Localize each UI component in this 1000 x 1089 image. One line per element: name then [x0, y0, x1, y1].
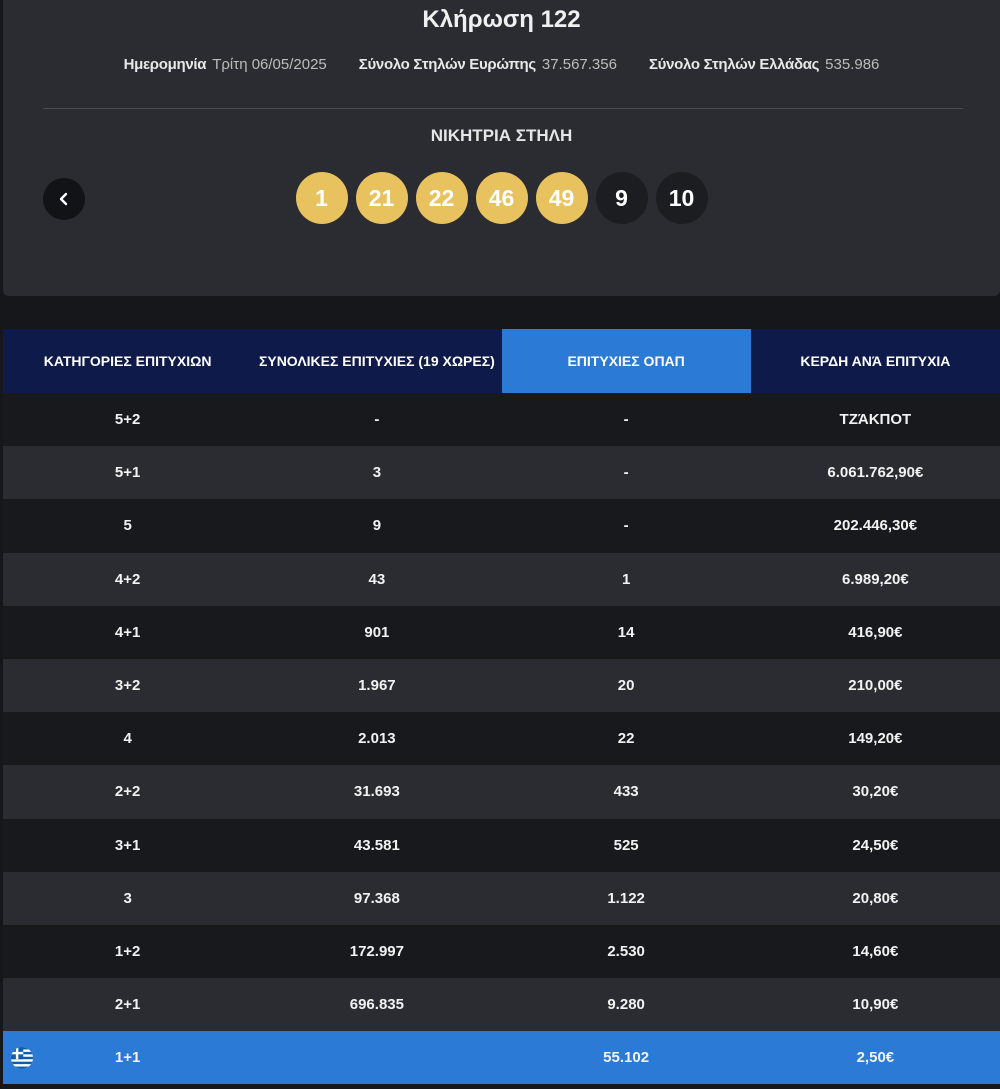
prize-cell: ΤΖΆΚΠΟΤ — [750, 393, 1000, 447]
opap-winners-cell: 14 — [501, 605, 751, 659]
total-winners-cell: 97.368 — [252, 871, 502, 925]
total-winners-cell: 172.997 — [252, 924, 502, 979]
total-winners-cell: 3 — [252, 446, 502, 500]
opap-winners-cell: 525 — [501, 818, 751, 872]
opap-winners-cell: 22 — [501, 712, 751, 766]
category-cell: 4 — [3, 712, 253, 766]
table-row: 4+2 43 1 6.989,20€ — [3, 552, 1000, 606]
date-label: Ημερομηνία — [123, 56, 207, 73]
table-row: 2+2 31.693 433 30,20€ — [3, 765, 1000, 819]
opap-winners-cell: 2.530 — [501, 924, 751, 979]
category-cell: 3+1 — [3, 818, 253, 872]
table-body: 5+2- - ΤΖΆΚΠΟΤ 5+1 3-6.061.762,90€ 5 9-202.446… — [3, 393, 1000, 1085]
table-row: 2+1 696.835 9.280 10,90€ — [3, 978, 1000, 1032]
category-cell: 3+2 — [3, 658, 253, 713]
category-cell: 2+2 — [3, 765, 253, 819]
prize-cell: 6.061.762,90€ — [750, 446, 1000, 500]
opap-winners-cell: 20 — [501, 658, 751, 713]
draw-info-panel: Κλήρωση 122 Ημερομηνία Τρίτη 06/05/2025 … — [3, 0, 1000, 296]
main-number-ball: 49 — [535, 172, 588, 224]
header-opap-winners[interactable]: ΕΠΙΤΥΧΙΕΣ ΟΠΑΠ — [501, 329, 751, 393]
total-winners-cell — [252, 1031, 502, 1085]
prize-cell: 6.989,20€ — [750, 552, 1000, 606]
category-cell: 5+2 — [3, 393, 253, 447]
prize-cell: 10,90€ — [750, 978, 1000, 1032]
total-winners-cell: 901 — [252, 605, 502, 659]
prize-cell: 210,00€ — [750, 658, 1000, 713]
header-categories: ΚΑΤΗΓΟΡΙΕΣ ΕΠΙΤΥΧΙΩΝ — [3, 329, 253, 393]
prize-cell: 2,50€ — [750, 1031, 1000, 1085]
table-row: 5+1 3-6.061.762,90€ — [3, 446, 1000, 500]
europe-total: Σύνολο Στηλών Ευρώπης 37.567.356 — [359, 56, 617, 73]
total-winners-cell: - — [252, 393, 502, 447]
total-winners-cell: 43 — [252, 552, 502, 606]
europe-total-label: Σύνολο Στηλών Ευρώπης — [358, 56, 536, 73]
main-number-ball: 22 — [415, 172, 468, 224]
table-row: 3+2 1.967 20 210,00€ — [3, 658, 1000, 713]
opap-winners-cell: 55.102 — [501, 1031, 751, 1085]
category-cell: 1+1 — [3, 1031, 253, 1085]
opap-winners-cell: 1.122 — [501, 871, 751, 925]
table-row: 5+2- - ΤΖΆΚΠΟΤ — [3, 393, 1000, 447]
date-value: Τρίτη 06/05/2025 — [212, 56, 327, 73]
category-cell: 1+2 — [3, 924, 253, 979]
greece-total-value: 535.986 — [825, 56, 880, 73]
main-number-ball: 46 — [475, 172, 528, 224]
prize-breakdown-table: ΚΑΤΗΓΟΡΙΕΣ ΕΠΙΤΥΧΙΩΝ ΣΥΝΟΛΙΚΕΣ ΕΠΙΤΥΧΙΕΣ… — [3, 329, 1000, 1085]
category-label: 1+1 — [114, 1049, 141, 1067]
euro-number-ball: 10 — [655, 172, 708, 224]
category-cell: 5+1 — [3, 446, 253, 500]
prize-cell: 149,20€ — [750, 712, 1000, 766]
prize-cell: 202.446,30€ — [750, 499, 1000, 553]
table-row: 3 97.368 1.122 20,80€ — [3, 871, 1000, 925]
opap-winners-cell: - — [501, 393, 751, 447]
header-total-winners: ΣΥΝΟΛΙΚΕΣ ΕΠΙΤΥΧΙΕΣ (19 ΧΩΡΕΣ) — [252, 329, 502, 393]
category-cell: 4+1 — [3, 605, 253, 659]
winning-column-title: ΝΙΚΗΤΡΙΑ ΣΤΗΛΗ — [430, 126, 573, 145]
header-prize-per-winner: ΚΕΡΔΗ ΑΝΆ ΕΠΙΤΥΧΙΑ — [750, 329, 1000, 393]
opap-winners-cell: - — [501, 499, 751, 553]
table-row: 4+1 901 14 416,90€ — [3, 605, 1000, 659]
category-cell: 3 — [3, 871, 253, 925]
draw-title: Κλήρωση 122 — [422, 6, 581, 33]
opap-winners-cell: - — [501, 446, 751, 500]
table-row: 4 2.013 22 149,20€ — [3, 712, 1000, 766]
prize-cell: 30,20€ — [750, 765, 1000, 819]
opap-winners-cell: 9.280 — [501, 978, 751, 1032]
table-row: 5 9-202.446,30€ — [3, 499, 1000, 553]
table-row: 3+1 43.581 525 24,50€ — [3, 818, 1000, 872]
total-winners-cell: 1.967 — [252, 658, 502, 713]
total-winners-cell: 9 — [252, 499, 502, 553]
greece-total-label: Σύνολο Στηλών Ελλάδας — [648, 56, 820, 73]
draw-meta-row: Ημερομηνία Τρίτη 06/05/2025 Σύνολο Στηλώ… — [3, 56, 1000, 73]
prize-cell: 24,50€ — [750, 818, 1000, 872]
euro-number-ball: 9 — [595, 172, 648, 224]
total-winners-cell: 31.693 — [252, 765, 502, 819]
opap-winners-cell: 1 — [501, 552, 751, 606]
greek-flag-icon — [11, 1046, 33, 1069]
category-cell: 4+2 — [3, 552, 253, 606]
greece-total: Σύνολο Στηλών Ελλάδας 535.986 — [649, 56, 879, 73]
greece-highlight-row: 1+1 55.102 2,50€ — [3, 1031, 1000, 1085]
prize-cell: 20,80€ — [750, 871, 1000, 925]
divider — [43, 108, 963, 109]
total-winners-cell: 696.835 — [252, 978, 502, 1032]
table-header-row: ΚΑΤΗΓΟΡΙΕΣ ΕΠΙΤΥΧΙΩΝ ΣΥΝΟΛΙΚΕΣ ΕΠΙΤΥΧΙΕΣ… — [3, 329, 1000, 393]
prize-cell: 416,90€ — [750, 605, 1000, 659]
table-row: 1+2 172.997 2.530 14,60€ — [3, 924, 1000, 979]
draw-date: Ημερομηνία Τρίτη 06/05/2025 — [124, 56, 327, 73]
main-number-ball: 21 — [355, 172, 408, 224]
opap-winners-cell: 433 — [501, 765, 751, 819]
europe-total-value: 37.567.356 — [541, 56, 617, 73]
total-winners-cell: 2.013 — [252, 712, 502, 766]
category-cell: 2+1 — [3, 978, 253, 1032]
category-cell: 5 — [3, 499, 253, 553]
winning-numbers: 1 21 22 46 49 9 10 — [3, 172, 1000, 224]
total-winners-cell: 43.581 — [252, 818, 502, 872]
prize-cell: 14,60€ — [750, 924, 1000, 979]
main-number-ball: 1 — [295, 172, 348, 224]
